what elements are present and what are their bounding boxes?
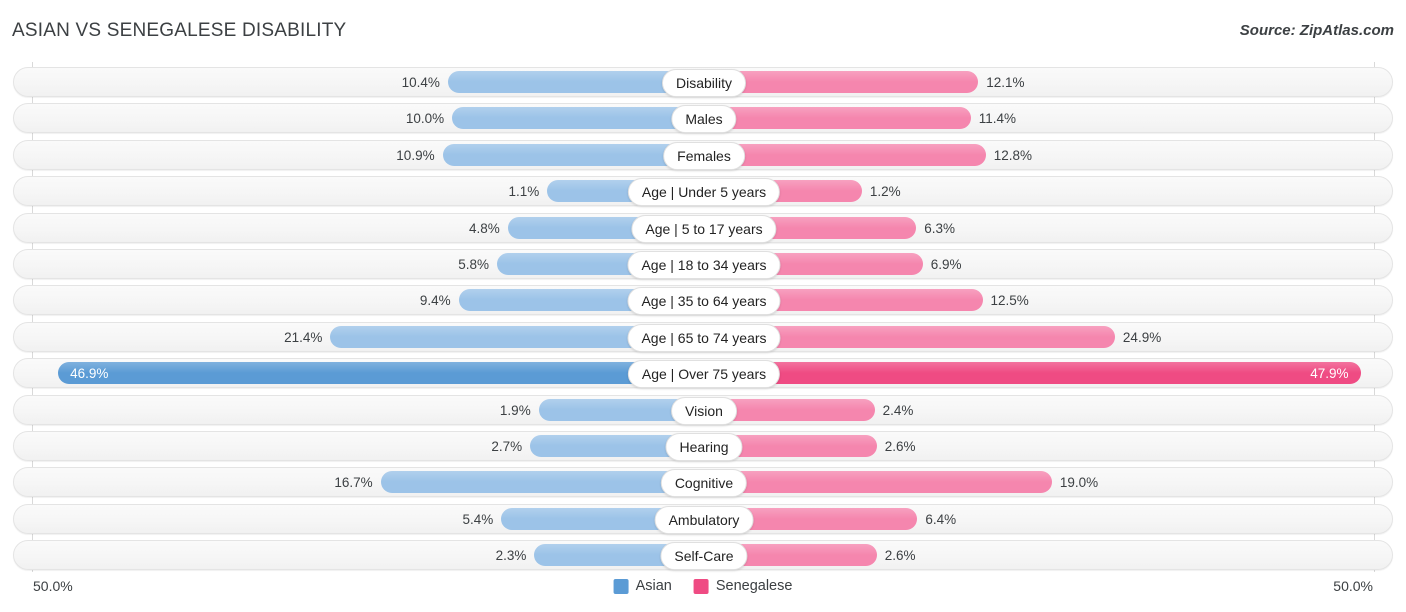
bar-row[interactable]: 2.7% 2.6% Hearing	[13, 430, 1393, 461]
chart-legend: Asian Senegalese	[613, 578, 793, 594]
bar-row[interactable]: 9.4% 12.5% Age | 35 to 64 years	[13, 285, 1393, 316]
bar-row[interactable]: 5.4% 6.4% Ambulatory	[13, 503, 1393, 534]
chart-root: ASIAN VS SENEGALESE DISABILITY Source: Z…	[0, 0, 1406, 612]
bar-value-senegalese: 6.9%	[930, 256, 962, 272]
legend-label: Senegalese	[715, 578, 793, 594]
bar-track: 2.7% 2.6% Hearing	[14, 432, 1392, 461]
legend-swatch-icon	[613, 578, 629, 594]
bar-value-asian: 5.4%	[462, 511, 494, 527]
row-label-pill[interactable]: Age | 18 to 34 years	[627, 250, 781, 279]
bar-value-senegalese: 47.9%	[1310, 366, 1349, 382]
bar-track: 4.8% 6.3% Age | 5 to 17 years	[14, 214, 1392, 243]
axis-label-right: 50.0%	[1333, 578, 1373, 594]
legend-swatch-icon	[693, 578, 709, 594]
page-title: ASIAN VS SENEGALESE DISABILITY	[12, 20, 347, 41]
row-label-pill[interactable]: Cognitive	[660, 469, 748, 498]
row-label-pill[interactable]: Age | Over 75 years	[627, 360, 781, 389]
row-label-pill[interactable]: Age | 65 to 74 years	[627, 323, 781, 352]
bar-value-asian: 10.0%	[405, 111, 445, 127]
bar-value-senegalese: 12.8%	[993, 147, 1032, 163]
row-label-pill[interactable]: Self-Care	[660, 542, 748, 571]
bar-track: 10.4% 12.1% Disability	[14, 68, 1392, 97]
row-label-pill[interactable]: Age | 35 to 64 years	[627, 287, 781, 316]
bar-value-asian: 21.4%	[284, 329, 323, 345]
plot-area: 10.4% 12.1% Disability 10.0% 11.4% Males 10.9%…	[0, 62, 1406, 572]
bar-track: 16.7% 19.0% Cognitive	[14, 468, 1392, 498]
legend-item[interactable]: Asian	[613, 578, 672, 594]
bar-senegalese[interactable]	[704, 107, 971, 130]
bar-value-senegalese: 1.2%	[869, 184, 901, 200]
bar-value-asian: 2.3%	[495, 548, 527, 564]
bar-track: 5.4% 6.4% Ambulatory	[14, 505, 1392, 534]
axis-label-left: 50.0%	[33, 578, 73, 594]
bar-value-asian: 1.1%	[508, 184, 540, 200]
bar-asian[interactable]	[452, 107, 704, 130]
bar-value-asian: 4.8%	[468, 220, 500, 236]
legend-label: Asian	[635, 578, 672, 594]
bar-asian[interactable]	[380, 471, 705, 494]
bar-value-senegalese: 6.4%	[925, 511, 957, 527]
bar-row[interactable]: 1.1% 1.2% Age | Under 5 years	[13, 176, 1393, 207]
bar-row[interactable]: 10.0% 11.4% Males	[13, 103, 1393, 134]
bar-senegalese[interactable]	[704, 143, 986, 166]
bar-value-asian: 10.9%	[396, 147, 435, 163]
bar-row[interactable]: 10.4% 12.1% Disability	[13, 67, 1393, 97]
row-label-pill[interactable]: Females	[663, 141, 745, 170]
bar-value-senegalese: 2.4%	[882, 402, 914, 418]
bar-row[interactable]: 1.9% 2.4% Vision	[13, 394, 1393, 425]
bar-row[interactable]: 16.7% 19.0% Cognitive	[13, 467, 1393, 498]
bar-value-senegalese: 6.3%	[924, 220, 956, 236]
legend-item[interactable]: Senegalese	[693, 578, 793, 594]
row-label-pill[interactable]: Disability	[661, 69, 747, 97]
row-label-pill[interactable]: Ambulatory	[654, 505, 754, 534]
bar-track: 46.9% 47.9% Age | Over 75 years	[14, 359, 1392, 389]
bar-row[interactable]: 5.8% 6.9% Age | 18 to 34 years	[13, 248, 1393, 279]
bar-value-asian: 16.7%	[334, 475, 373, 491]
bar-value-senegalese: 12.1%	[986, 75, 1025, 90]
source-attribution: Source: ZipAtlas.com	[1239, 22, 1394, 39]
bar-value-senegalese: 2.6%	[884, 438, 916, 454]
bar-value-asian: 5.8%	[458, 256, 490, 272]
bar-track: 1.9% 2.4% Vision	[14, 396, 1392, 425]
bar-row[interactable]: 2.3% 2.6% Self-Care	[13, 540, 1393, 571]
bar-value-asian: 2.7%	[491, 438, 523, 454]
row-label-pill[interactable]: Vision	[671, 396, 737, 425]
bar-senegalese[interactable]	[704, 471, 1052, 494]
bar-rows: 10.4% 12.1% Disability 10.0% 11.4% Males 10.9%…	[0, 62, 1406, 576]
chart-header: ASIAN VS SENEGALESE DISABILITY Source: Z…	[0, 0, 1406, 62]
bar-value-asian: 9.4%	[419, 293, 451, 309]
bar-track: 9.4% 12.5% Age | 35 to 64 years	[14, 286, 1392, 316]
bar-row[interactable]: 21.4% 24.9% Age | 65 to 74 years	[13, 321, 1393, 352]
bar-value-senegalese: 11.4%	[978, 111, 1017, 127]
bar-track: 10.9% 12.8% Females	[14, 141, 1392, 170]
bar-track: 21.4% 24.9% Age | 65 to 74 years	[14, 323, 1392, 352]
bar-row[interactable]: 46.9% 47.9% Age | Over 75 years	[13, 358, 1393, 389]
bar-track: 10.0% 11.4% Males	[14, 104, 1392, 134]
bar-value-senegalese: 19.0%	[1059, 475, 1099, 491]
row-label-pill[interactable]: Age | 5 to 17 years	[631, 214, 777, 243]
chart-footer: 50.0% 50.0% Asian Senegalese	[0, 572, 1406, 612]
bar-track: 1.1% 1.2% Age | Under 5 years	[14, 177, 1392, 207]
row-label-pill[interactable]: Hearing	[665, 432, 743, 461]
row-label-pill[interactable]: Males	[671, 105, 737, 134]
bar-value-asian: 1.9%	[499, 402, 531, 418]
bar-value-senegalese: 24.9%	[1122, 329, 1162, 345]
bar-value-asian: 46.9%	[70, 366, 109, 382]
bar-value-asian: 10.4%	[401, 75, 440, 90]
bar-track: 2.3% 2.6% Self-Care	[14, 541, 1392, 571]
bar-track: 5.8% 6.9% Age | 18 to 34 years	[14, 250, 1392, 279]
bar-row[interactable]: 4.8% 6.3% Age | 5 to 17 years	[13, 212, 1393, 243]
row-label-pill[interactable]: Age | Under 5 years	[627, 178, 781, 207]
bar-row[interactable]: 10.9% 12.8% Females	[13, 139, 1393, 170]
bar-value-senegalese: 2.6%	[884, 548, 916, 564]
bar-value-senegalese: 12.5%	[990, 293, 1029, 309]
